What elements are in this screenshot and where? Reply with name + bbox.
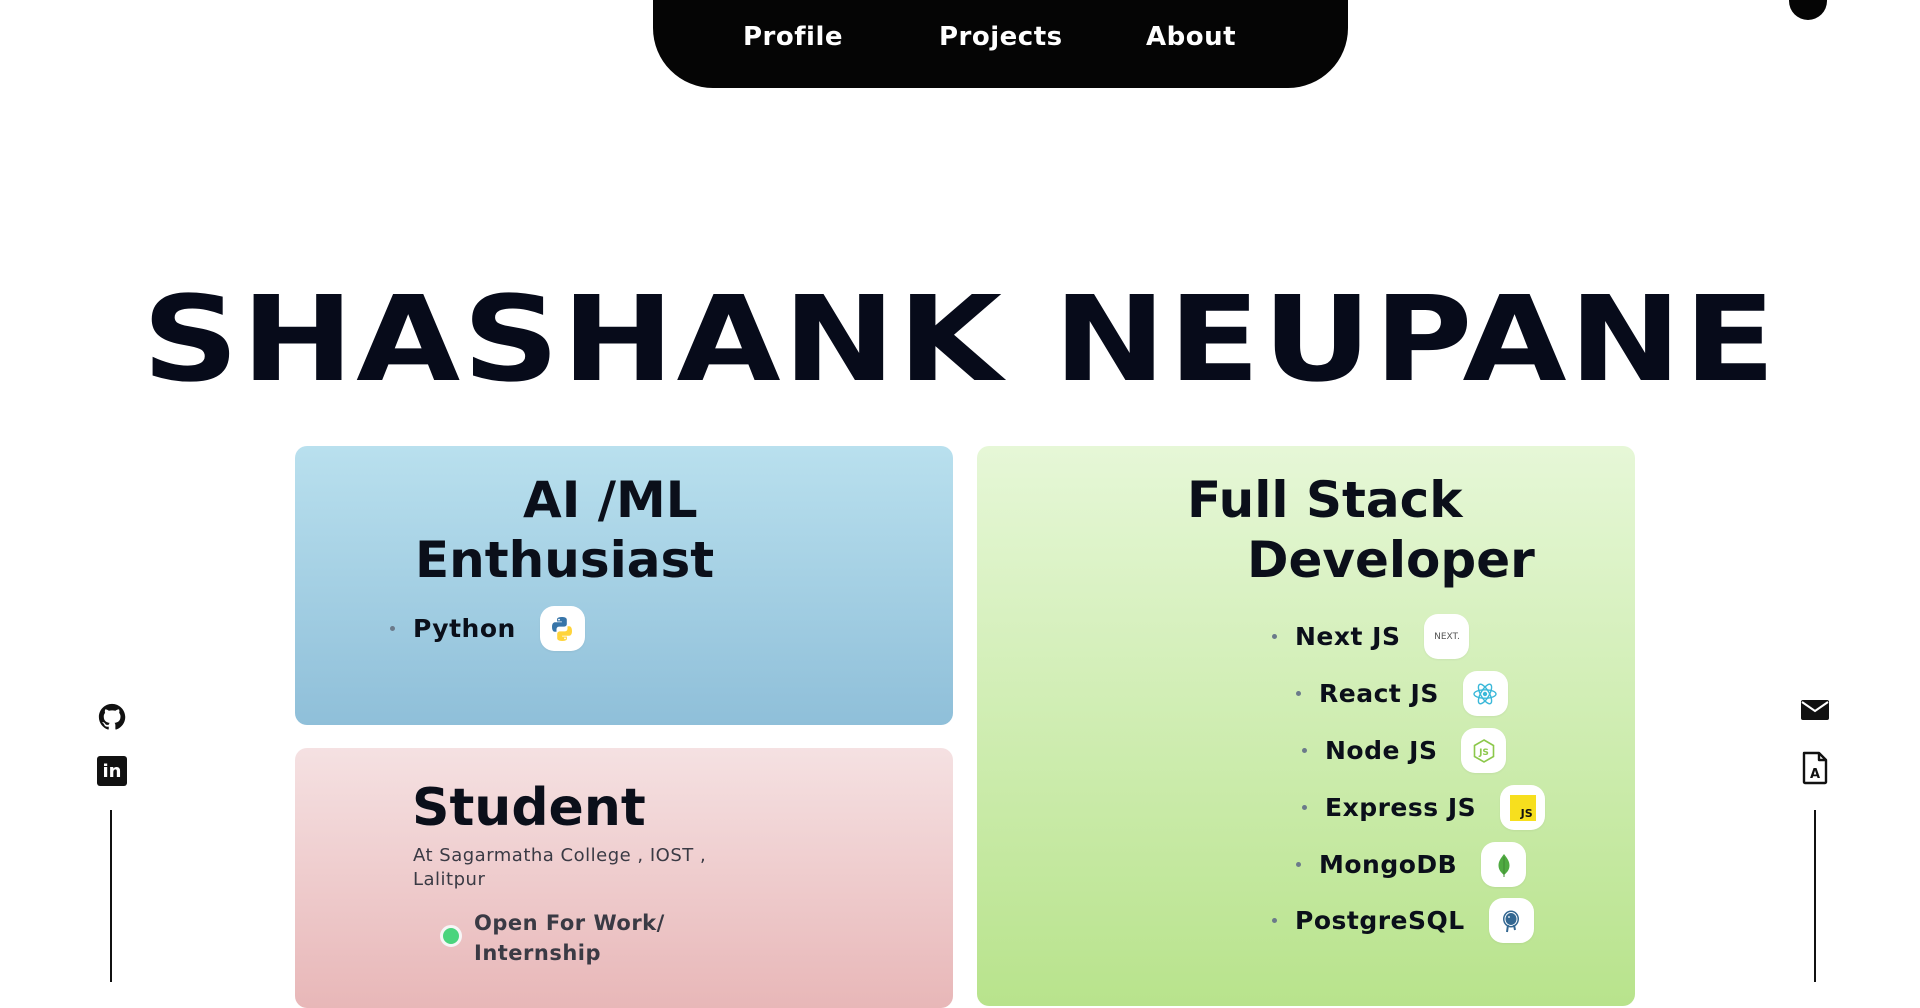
- theme-toggle-dot[interactable]: [1789, 0, 1827, 20]
- nav-about-link[interactable]: About: [1146, 22, 1236, 52]
- skill-nodejs: Node JS JS: [1302, 728, 1507, 773]
- bullet: [1296, 691, 1301, 696]
- bullet: [1272, 918, 1277, 923]
- expressjs-icon: JS: [1500, 785, 1546, 830]
- resume-icon-text: A: [1810, 767, 1820, 782]
- email-icon[interactable]: [1799, 694, 1831, 726]
- nav-profile-link[interactable]: Profile: [743, 22, 843, 52]
- postgresql-icon: [1488, 898, 1534, 943]
- skill-nextjs: Next JS NEXT.: [1272, 614, 1470, 659]
- bullet: [1296, 862, 1301, 867]
- linkedin-icon[interactable]: in: [96, 755, 128, 787]
- nodejs-icon-text: JS: [1478, 748, 1489, 758]
- mongodb-icon: [1481, 842, 1527, 887]
- hero-name: SHASHANK NEUPANE: [142, 270, 1778, 408]
- bullet: [1272, 634, 1277, 639]
- bullet: [390, 626, 395, 631]
- nextjs-icon: NEXT.: [1424, 614, 1470, 659]
- skill-label: PostgreSQL: [1295, 906, 1465, 935]
- github-icon[interactable]: [96, 701, 128, 733]
- skill-python: Python: [390, 606, 585, 651]
- python-icon: [539, 606, 585, 651]
- skill-postgresql: PostgreSQL: [1272, 898, 1534, 943]
- nav-projects-link[interactable]: Projects: [939, 22, 1063, 52]
- skill-label: Python: [413, 614, 516, 643]
- skill-label: React JS: [1319, 679, 1439, 708]
- linkedin-icon-text: in: [97, 756, 127, 786]
- ai-ml-card: AI /ML Enthusiast Python: [295, 446, 953, 725]
- fullstack-title-line2: Developer: [1247, 531, 1535, 589]
- resume-icon[interactable]: A: [1799, 751, 1831, 785]
- right-divider-line: [1814, 810, 1816, 982]
- left-divider-line: [110, 810, 112, 982]
- skill-reactjs: React JS: [1296, 671, 1508, 716]
- work-status: Open For Work/ Internship: [440, 908, 704, 968]
- fullstack-card: Full Stack Developer Next JS NEXT. React…: [977, 446, 1635, 1006]
- skill-mongodb: MongoDB: [1296, 842, 1527, 887]
- bullet: [1302, 805, 1307, 810]
- status-text: Open For Work/ Internship: [474, 911, 665, 965]
- nextjs-icon-text: NEXT.: [1434, 631, 1460, 642]
- ai-ml-title-line2: Enthusiast: [415, 531, 715, 589]
- nodejs-icon: JS: [1461, 728, 1507, 773]
- skill-label: Express JS: [1325, 793, 1477, 822]
- fullstack-title-line1: Full Stack: [1187, 471, 1463, 529]
- top-nav: Profile Projects About: [653, 0, 1348, 88]
- skill-expressjs: Express JS JS: [1302, 785, 1546, 830]
- expressjs-icon-text: JS: [1509, 794, 1536, 821]
- status-dot-icon: [440, 925, 462, 947]
- student-subtitle: At Sagarmatha College , IOST , Lalitpur: [413, 845, 707, 890]
- student-card: Student At Sagarmatha College , IOST , L…: [295, 748, 953, 1008]
- bullet: [1302, 748, 1307, 753]
- ai-ml-title-line1: AI /ML: [523, 471, 698, 529]
- react-icon: [1462, 671, 1508, 716]
- skill-label: Next JS: [1295, 622, 1401, 651]
- student-title: Student: [412, 778, 646, 838]
- skill-label: Node JS: [1325, 736, 1438, 765]
- skill-label: MongoDB: [1319, 850, 1458, 879]
